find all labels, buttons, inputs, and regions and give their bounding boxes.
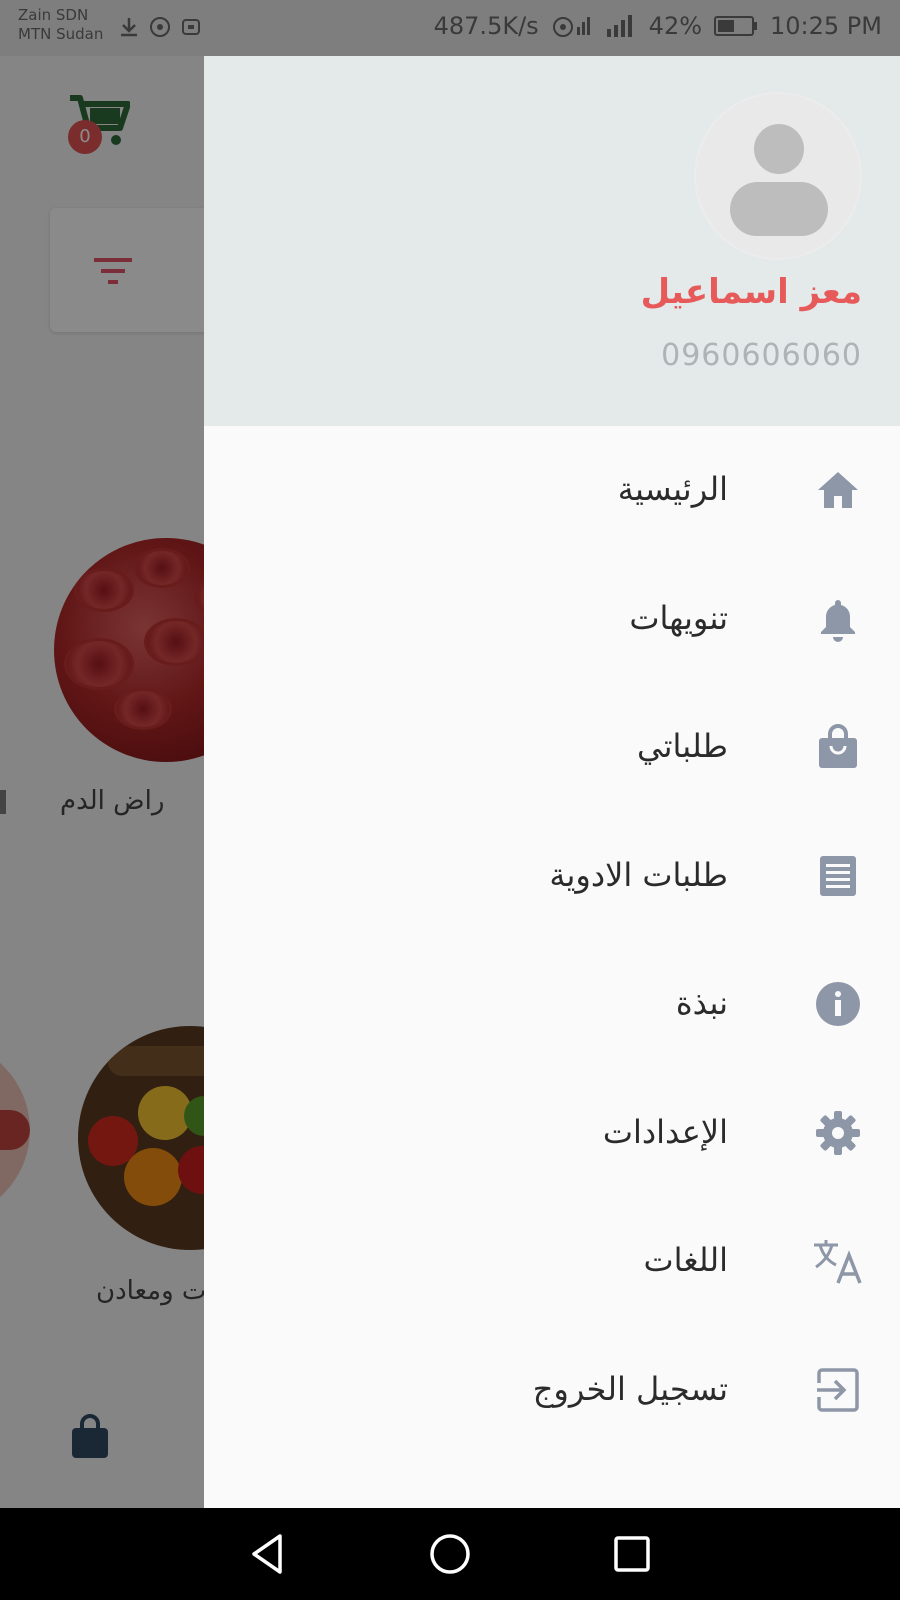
system-nav-bar (0, 1508, 900, 1600)
menu-item-about[interactable]: نبذة (204, 940, 900, 1069)
home-button-icon[interactable] (426, 1530, 474, 1578)
recents-icon[interactable] (608, 1530, 656, 1578)
bell-icon (812, 593, 864, 645)
menu-item-medicine-orders[interactable]: طلبات الادوية (204, 812, 900, 941)
menu-item-label: الإعدادات (602, 1112, 728, 1151)
battery-percent: 42% (648, 12, 703, 40)
network-speed: 487.5K/s (433, 12, 539, 40)
drawer-header: معز اسماعيل 0960606060 (204, 56, 900, 426)
carrier-names: Zain SDN MTN Sudan (18, 6, 103, 44)
menu-item-label: تسجيل الخروج (532, 1369, 728, 1408)
menu-item-home[interactable]: الرئيسية (204, 426, 900, 555)
wifi-icon (552, 17, 590, 37)
receipt-icon (812, 850, 864, 902)
menu-item-languages[interactable]: اللغات (204, 1197, 900, 1326)
menu-item-notifications[interactable]: تنويهات (204, 555, 900, 684)
menu-item-my-orders[interactable]: طلباتي (204, 683, 900, 812)
avatar[interactable] (696, 94, 860, 258)
menu-item-logout[interactable]: تسجيل الخروج (204, 1326, 900, 1455)
menu-item-label: تنويهات (629, 598, 728, 637)
download-icon (121, 18, 137, 37)
user-name: معز اسماعيل (640, 272, 862, 312)
menu-item-settings[interactable]: الإعدادات (204, 1069, 900, 1198)
status-right: 487.5K/s 42% 10:25 PM (434, 12, 882, 40)
battery-icon (714, 16, 758, 36)
menu-item-label: نبذة (675, 984, 728, 1022)
bag-icon (812, 721, 864, 773)
home-icon (812, 464, 864, 516)
navigation-drawer: معز اسماعيل 0960606060 الرئيسية تنويهات … (204, 56, 900, 1508)
sync-icon (182, 19, 200, 35)
menu-item-label: اللغات (643, 1241, 728, 1279)
drawer-menu: الرئيسية تنويهات طلباتي طلبات الادوية نب… (204, 426, 900, 1454)
menu-item-label: طلباتي (636, 727, 728, 765)
user-phone: 0960606060 (661, 338, 862, 373)
gear-icon (812, 1107, 864, 1159)
notification-icons (118, 16, 202, 38)
signal-icon (606, 15, 632, 37)
status-bar: Zain SDN MTN Sudan 487.5K/s 42% 10:25 PM (0, 0, 900, 56)
clock: 10:25 PM (770, 12, 882, 40)
hotspot-icon (150, 17, 170, 37)
translate-icon (812, 1235, 864, 1287)
back-icon[interactable] (244, 1530, 292, 1578)
logout-icon (812, 1364, 864, 1416)
menu-item-label: الرئيسية (617, 470, 728, 508)
menu-item-label: طلبات الادوية (549, 855, 728, 894)
info-icon (812, 978, 864, 1030)
carrier-1: Zain SDN (18, 6, 89, 24)
carrier-2: MTN Sudan (18, 25, 104, 43)
